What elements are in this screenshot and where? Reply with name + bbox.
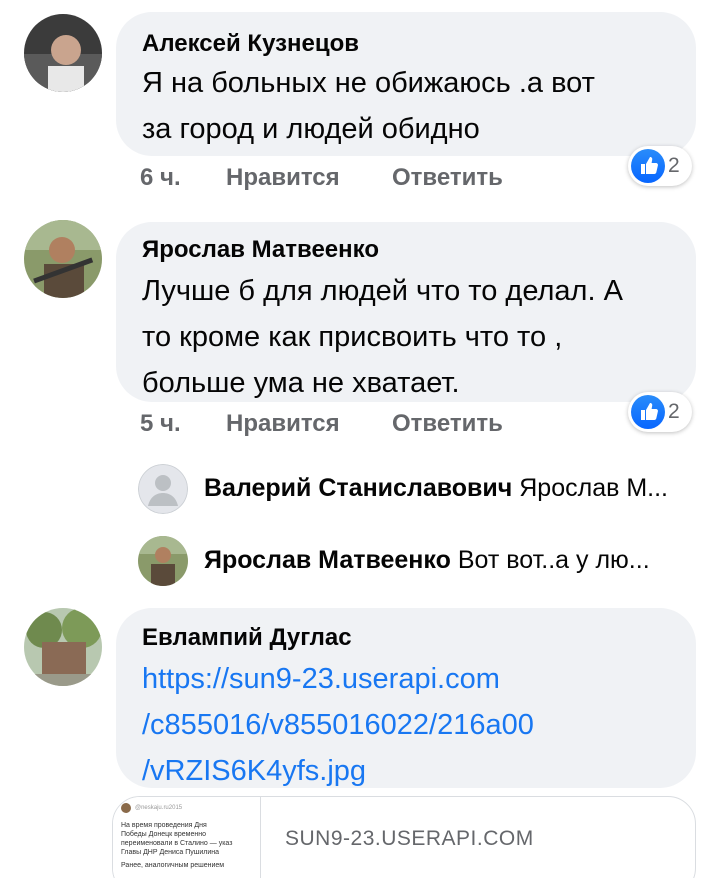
avatar-photo bbox=[24, 220, 102, 298]
avatar-evlampiy[interactable] bbox=[24, 608, 102, 686]
default-avatar-icon bbox=[138, 464, 188, 514]
avatar-photo bbox=[24, 14, 102, 92]
reply-snippet: Ярослав М... bbox=[519, 474, 668, 502]
thumbnail-header: @neskaju.ru2015 bbox=[121, 803, 252, 813]
reaction-badge[interactable]: 2 bbox=[628, 392, 692, 432]
reply-button[interactable]: Ответить bbox=[392, 410, 503, 438]
reply-item[interactable]: Валерий Станиславович Ярослав М... bbox=[138, 464, 690, 516]
avatar-aleksey[interactable] bbox=[24, 14, 102, 92]
like-thumb-icon bbox=[631, 395, 665, 429]
comment-link[interactable]: https://sun9-23.userapi.com /c855016/v85… bbox=[142, 656, 534, 794]
thumbnail-avatar-icon bbox=[121, 803, 131, 813]
comment-text-line: Лучше б для людей что то делал. А bbox=[142, 275, 623, 307]
avatar-yaroslav[interactable] bbox=[24, 220, 102, 298]
thumbnail-text-line: Главы ДНР Дениса Пушилина bbox=[121, 849, 220, 856]
reply-item[interactable]: Ярослав Матвеенко Вот вот..а у лю... bbox=[138, 536, 690, 588]
reply-snippet: Вот вот..а у лю... bbox=[457, 546, 650, 574]
like-thumb-icon bbox=[631, 149, 665, 183]
comment-link-line: https://sun9-23.userapi.com bbox=[142, 663, 500, 695]
thumbnail-text-line: Победы Донецк временно bbox=[121, 831, 206, 838]
reply-author[interactable]: Ярослав Матвеенко bbox=[204, 546, 451, 574]
like-button[interactable]: Нравится bbox=[226, 410, 340, 438]
comment-text: Лучше б для людей что то делал. А то кро… bbox=[142, 268, 623, 406]
reaction-badge[interactable]: 2 bbox=[628, 146, 692, 186]
comment-text-line: больше ума не хватает. bbox=[142, 367, 460, 399]
comment-link-line: /vRZIS6K4yfs.jpg bbox=[142, 755, 367, 787]
link-preview-domain: SUN9-23.USERAPI.COM bbox=[285, 827, 534, 850]
thumbnail-text-line: На время проведения Дня bbox=[121, 822, 207, 829]
reply-author[interactable]: Валерий Станиславович bbox=[204, 474, 512, 502]
thumbnail-text-line: переименовали в Сталино — указ bbox=[121, 840, 233, 847]
comment-text: Я на больных не обижаюсь .а вот за город… bbox=[142, 60, 595, 152]
link-preview-card[interactable]: @neskaju.ru2015 На время проведения Дня … bbox=[112, 796, 696, 878]
comment-link-line: /c855016/v855016022/216a00 bbox=[142, 709, 534, 741]
avatar-photo bbox=[24, 608, 102, 686]
reply-text: Ярослав Матвеенко Вот вот..а у лю... bbox=[204, 546, 690, 575]
avatar-yaroslav-small bbox=[138, 536, 188, 586]
comment-text-line: Я на больных не обижаюсь .а вот bbox=[142, 67, 595, 99]
reaction-count: 2 bbox=[668, 400, 680, 423]
link-preview-thumbnail: @neskaju.ru2015 На время проведения Дня … bbox=[113, 797, 261, 878]
comment-text-line: то кроме как присвоить что то , bbox=[142, 321, 563, 353]
comment-author[interactable]: Ярослав Матвеенко bbox=[142, 236, 379, 264]
comment-time[interactable]: 6 ч. bbox=[140, 164, 181, 192]
comment-text-line: за город и людей обидно bbox=[142, 113, 480, 145]
comment-author[interactable]: Алексей Кузнецов bbox=[142, 30, 359, 58]
like-button[interactable]: Нравится bbox=[226, 164, 340, 192]
reaction-count: 2 bbox=[668, 154, 680, 177]
comment-time[interactable]: 5 ч. bbox=[140, 410, 181, 438]
comment-author[interactable]: Евлампий Дуглас bbox=[142, 624, 352, 652]
thumbnail-text-line: Ранее, аналогичным решением bbox=[121, 862, 225, 869]
thumbnail-handle: @neskaju.ru2015 bbox=[135, 804, 183, 811]
reply-text: Валерий Станиславович Ярослав М... bbox=[204, 474, 690, 503]
reply-button[interactable]: Ответить bbox=[392, 164, 503, 192]
